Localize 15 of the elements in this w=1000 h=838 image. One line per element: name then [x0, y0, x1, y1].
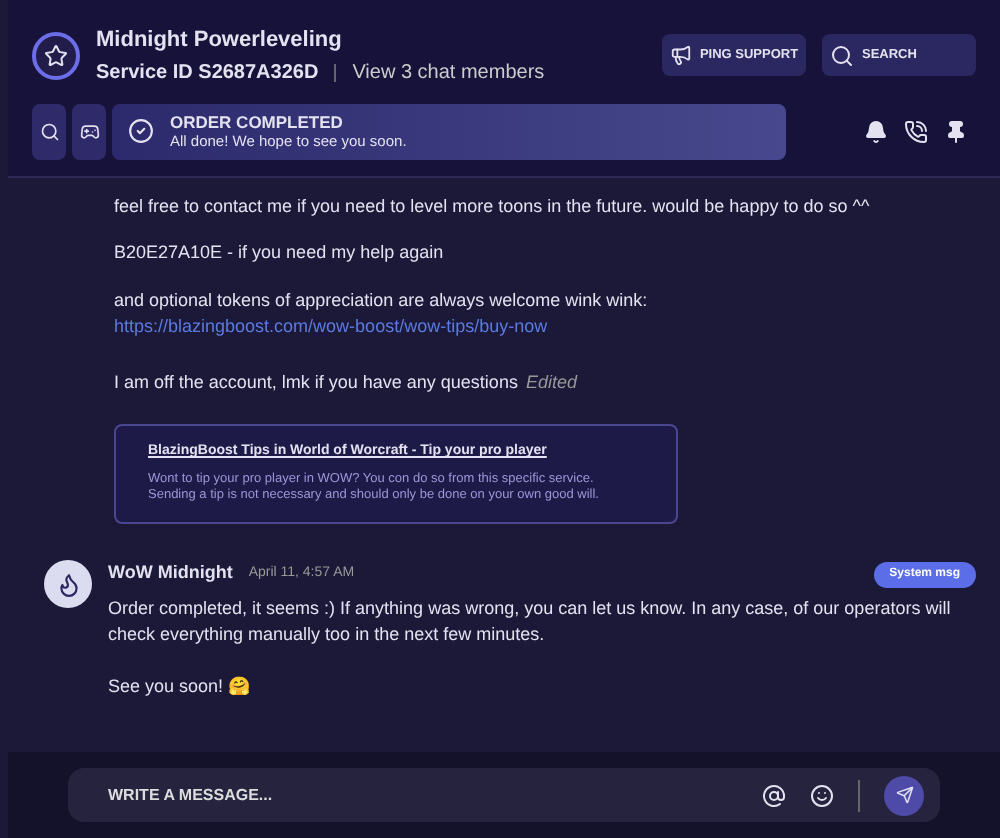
- chat-members-link[interactable]: View 3 chat members: [352, 57, 545, 87]
- message-composer[interactable]: WRITE A MESSAGE...: [68, 768, 940, 822]
- message-text: and optional tokens of appreciation are always welcome wink wink:: [114, 287, 650, 314]
- edited-label: Edited: [525, 369, 577, 395]
- message-text: See you soon! 🤗: [108, 673, 253, 700]
- message-text: feel free to contact me if you need to level more toons in the future. would be happy to do so ^^: [114, 193, 872, 220]
- message-text: Order completed, it seems :) If anything was wrong, you can let us know. In any case, of our operators will check everything manually too in the next few minutes.: [108, 595, 953, 649]
- message-text: I am off the account, lmk if you have any questions: [114, 369, 518, 396]
- message-input[interactable]: WRITE A MESSAGE...: [108, 783, 738, 807]
- chat-title: Midnight Powerleveling: [96, 26, 344, 56]
- service-id: Service ID S2687A326D: [96, 59, 319, 87]
- author-name: WoW Midnight: [108, 560, 233, 587]
- tips-link[interactable]: https://blazingboost.com/wow-boost/wow-tips/buy-now: [114, 314, 976, 341]
- banner-title: ORDER COMPLETED: [170, 111, 345, 133]
- message-text: B20E27A10E - if you need my help again: [114, 240, 446, 266]
